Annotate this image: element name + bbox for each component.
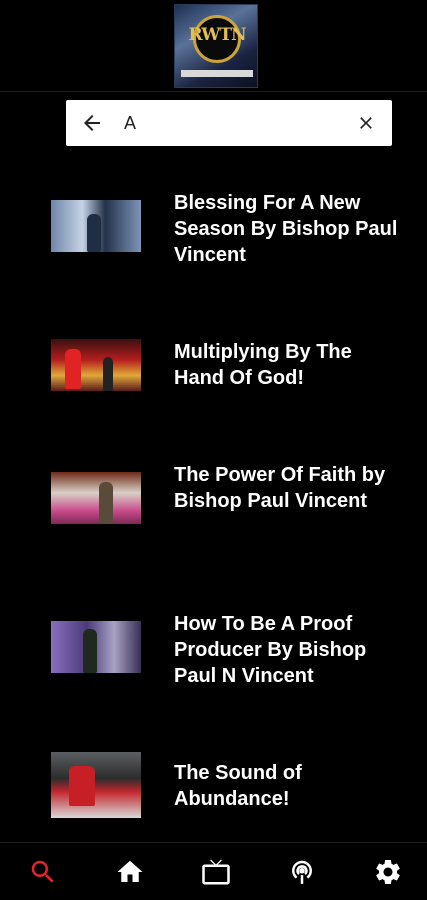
video-thumbnail[interactable]: [51, 472, 141, 524]
video-thumbnail[interactable]: [51, 621, 141, 673]
rwtn-logo[interactable]: RWTN: [174, 4, 258, 88]
gear-icon[interactable]: [373, 857, 403, 887]
result-title[interactable]: The Power Of Faith by Bishop Paul Vincen…: [174, 462, 399, 514]
bottom-navigation: [0, 842, 427, 900]
video-thumbnail[interactable]: [51, 200, 141, 252]
logo-text: RWTN: [188, 25, 246, 45]
logo-strip: [181, 70, 253, 77]
video-thumbnail[interactable]: [51, 752, 141, 818]
search-input[interactable]: [124, 108, 344, 138]
search-icon[interactable]: [28, 857, 58, 887]
home-icon[interactable]: [115, 857, 145, 887]
arrow-left-icon[interactable]: [80, 111, 104, 135]
video-thumbnail[interactable]: [51, 339, 141, 391]
tv-icon[interactable]: [201, 857, 231, 887]
podcast-icon[interactable]: [287, 857, 317, 887]
close-icon[interactable]: [356, 113, 376, 133]
search-bar: [66, 100, 392, 146]
result-title[interactable]: Multiplying By The Hand Of God!: [174, 339, 399, 391]
result-title[interactable]: Blessing For A New Season By Bishop Paul…: [174, 190, 399, 268]
result-title[interactable]: How To Be A Proof Producer By Bishop Pau…: [174, 611, 399, 689]
app-header: RWTN: [0, 0, 427, 92]
result-title[interactable]: The Sound of Abundance!: [174, 760, 399, 812]
